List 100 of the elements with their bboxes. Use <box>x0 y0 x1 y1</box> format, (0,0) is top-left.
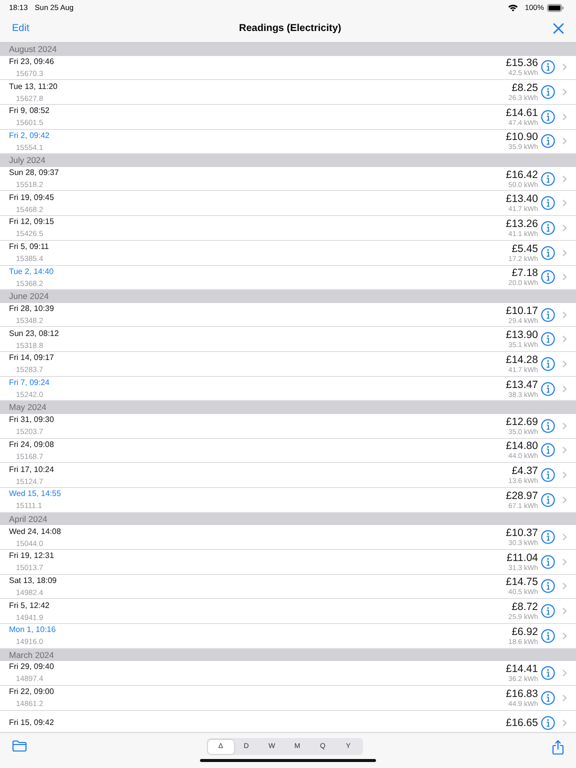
chevron-icon <box>562 335 567 344</box>
chevron-icon <box>562 582 567 590</box>
info-icon[interactable] <box>541 628 555 643</box>
reading-cost: £13.90 <box>506 329 538 342</box>
info-icon[interactable] <box>541 468 555 482</box>
info-icon[interactable] <box>541 554 555 569</box>
reading-date: Fri 31, 09:30 <box>9 415 55 424</box>
chevron-icon <box>562 422 567 430</box>
reading-date: Fri 23, 09:46 <box>9 56 55 66</box>
reading-date: Sun 28, 09:37 <box>9 168 60 178</box>
section-header: March 2024 <box>0 648 576 662</box>
reading-date: Fri 7, 09:24 <box>9 378 50 388</box>
info-icon[interactable] <box>541 716 555 730</box>
chevron-icon <box>562 471 567 480</box>
reading-cost: £7.18 <box>510 267 538 280</box>
reading-date: Fri 19, 09:45 <box>9 192 55 202</box>
reading-date: Fri 15, 09:42 <box>9 718 55 728</box>
reading-date: Fri 5, 09:11 <box>9 242 50 252</box>
reading-cost: £12.69 <box>506 416 538 428</box>
reading-date: Sat 13, 18:09 <box>9 576 58 585</box>
reading-cost: £8.72 <box>510 601 538 614</box>
reading-cost: £6.92 <box>510 626 538 638</box>
reading-cost: £8.25 <box>510 82 538 94</box>
info-icon[interactable] <box>541 604 555 618</box>
info-icon[interactable] <box>541 85 555 100</box>
chevron-icon <box>562 496 567 504</box>
chevron-icon <box>562 88 567 96</box>
section-header: April 2024 <box>0 512 576 526</box>
section-header: June 2024 <box>0 290 576 303</box>
chevron-icon <box>562 718 567 727</box>
reading-cost: £14.41 <box>506 662 538 675</box>
chevron-icon <box>562 446 567 454</box>
reading-cost: £13.47 <box>506 378 538 391</box>
reading-cost: £10.17 <box>506 304 538 317</box>
info-icon[interactable] <box>541 220 555 235</box>
chevron-icon <box>562 112 567 121</box>
reading-cost: £16.42 <box>506 168 538 181</box>
edit-button[interactable]: Edit <box>12 23 30 34</box>
chevron-icon <box>562 174 567 183</box>
info-icon[interactable] <box>541 110 555 124</box>
chevron-icon <box>562 248 567 257</box>
info-icon[interactable] <box>541 356 555 371</box>
info-icon[interactable] <box>541 172 555 186</box>
info-icon[interactable] <box>541 418 555 433</box>
reading-date: Wed 24, 14:08 <box>9 526 62 536</box>
reading-date: Fri 2, 09:42 <box>9 130 50 140</box>
section-header: July 2024 <box>0 154 576 167</box>
section-header: August 2024 <box>0 43 576 56</box>
reading-date: Fri 22, 09:00 <box>9 687 55 696</box>
wifi-icon <box>508 4 518 12</box>
share-icon[interactable] <box>552 740 564 755</box>
screen-title: Readings (Electricity) <box>238 23 342 34</box>
reading-date: Sun 23, 08:12 <box>9 328 60 338</box>
info-icon[interactable] <box>541 530 555 544</box>
chevron-icon <box>562 607 567 616</box>
reading-date: Tue 13, 11:20 <box>9 82 58 91</box>
chevron-icon <box>562 384 567 393</box>
reading-row[interactable]: Fri 15, 09:42 £16.65 <box>0 710 576 732</box>
info-icon[interactable] <box>541 308 555 322</box>
info-icon[interactable] <box>541 443 555 458</box>
info-icon[interactable] <box>541 579 555 594</box>
info-icon[interactable] <box>541 60 555 74</box>
reading-cost: £28.97 <box>506 490 538 502</box>
reading-date: Wed 15, 14:55 <box>9 489 62 498</box>
reading-cost: £14.75 <box>506 576 538 588</box>
info-icon[interactable] <box>541 270 555 284</box>
chevron-icon <box>562 224 567 232</box>
reading-cost: £10.37 <box>506 527 538 540</box>
chevron-icon <box>562 668 567 677</box>
chevron-icon <box>562 694 567 702</box>
info-icon[interactable] <box>541 332 555 346</box>
info-icon[interactable] <box>541 690 555 705</box>
reading-cost: £16.83 <box>506 688 538 700</box>
chevron-icon <box>562 63 567 72</box>
info-icon[interactable] <box>541 666 555 680</box>
reading-date: Fri 9, 08:52 <box>9 106 50 116</box>
folder-icon[interactable] <box>12 740 27 752</box>
chevron-icon <box>562 137 567 146</box>
reading-date: Fri 19, 12:31 <box>9 551 55 560</box>
reading-cost: £11.04 <box>506 552 538 564</box>
reading-date: Fri 29, 09:40 <box>9 662 55 672</box>
info-icon[interactable] <box>541 196 555 210</box>
chevron-icon <box>562 199 567 208</box>
info-icon[interactable] <box>541 246 555 260</box>
close-button[interactable] <box>551 21 566 36</box>
reading-cost: £15.36 <box>506 57 538 70</box>
reading-cost: £4.37 <box>510 465 538 478</box>
chevron-icon <box>562 533 567 542</box>
chevron-icon <box>562 310 567 319</box>
reading-cost: £13.40 <box>506 193 538 206</box>
battery-icon <box>547 4 564 12</box>
reading-date: Fri 14, 09:17 <box>9 353 55 362</box>
reading-date: Fri 28, 10:39 <box>9 304 55 314</box>
reading-date: Mon 1, 10:16 <box>9 625 57 634</box>
info-icon[interactable] <box>541 382 555 396</box>
reading-cost: £13.26 <box>506 218 538 230</box>
info-icon[interactable] <box>541 134 555 148</box>
reading-date: Fri 12, 09:15 <box>9 217 55 226</box>
info-icon[interactable] <box>541 492 555 507</box>
chevron-icon <box>562 273 567 282</box>
